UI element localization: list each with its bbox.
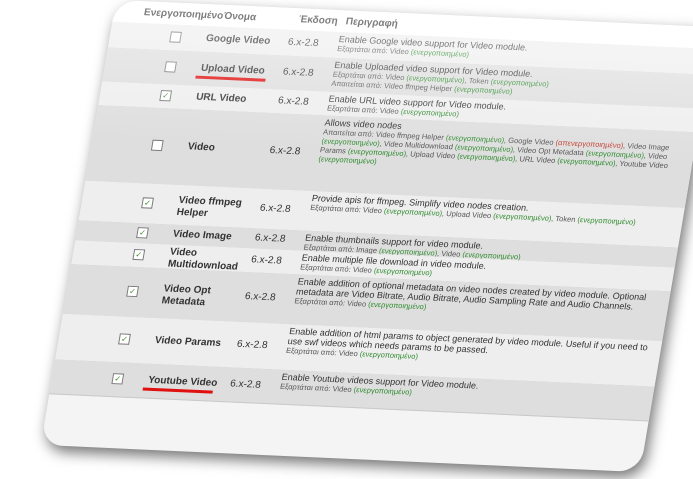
module-enable-checkbox[interactable] bbox=[150, 139, 164, 152]
status-enabled-label: (ενεργοποιημένο) bbox=[353, 385, 413, 397]
module-enable-checkbox[interactable]: ✓ bbox=[136, 227, 149, 239]
module-version: 6.x-2.8 bbox=[253, 232, 287, 245]
status-enabled-label: (ενεργοποιημένο) bbox=[317, 154, 378, 166]
module-dependencies: Απαιτείται από: Video ffmpeg Helper (ενε… bbox=[317, 127, 671, 171]
status-enabled-label: (ενεργοποιημένο) bbox=[383, 206, 443, 218]
module-enable-checkbox[interactable]: ✓ bbox=[111, 373, 125, 385]
module-version: 6.x-2.8 bbox=[258, 202, 292, 215]
header-name: Όνομα bbox=[222, 10, 257, 24]
status-enabled-label: (ενεργοποιημένο) bbox=[367, 299, 428, 312]
module-version: 6.x-2.8 bbox=[287, 36, 320, 50]
status-enabled-label: (ενεργοποιημένο) bbox=[556, 156, 617, 168]
module-enable-checkbox[interactable]: ✓ bbox=[159, 90, 173, 102]
module-name: Video bbox=[186, 141, 216, 154]
module-version: 6.x-2.8 bbox=[235, 338, 269, 352]
module-name: Video Image bbox=[172, 228, 233, 243]
module-enable-checkbox[interactable] bbox=[169, 31, 182, 43]
module-enable-checkbox[interactable]: ✓ bbox=[132, 248, 146, 261]
module-version: 6.x-2.8 bbox=[268, 145, 302, 158]
module-version: 6.x-2.8 bbox=[282, 66, 315, 79]
status-enabled-label: (ενεργοποιημένο) bbox=[405, 73, 466, 85]
status-enabled-label: (ενεργοποιημένο) bbox=[373, 265, 433, 278]
module-version: 6.x-2.8 bbox=[250, 254, 283, 267]
module-version: 6.x-2.8 bbox=[229, 378, 262, 391]
header-enabled: Ενεργοποιημένο bbox=[143, 7, 225, 22]
module-name: Video Opt Metadata bbox=[160, 283, 212, 309]
status-enabled-label: (ενεργοποιημένο) bbox=[410, 47, 470, 59]
module-name: URL Video bbox=[195, 91, 248, 105]
header-description: Περιγραφή bbox=[344, 16, 399, 30]
module-enable-checkbox[interactable]: ✓ bbox=[118, 333, 131, 345]
modules-table-body: Google Video 6.x-2.8 Enable Google video s… bbox=[41, 21, 693, 472]
status-enabled-label: (ενεργοποιημένο) bbox=[456, 151, 517, 164]
module-version: 6.x-2.8 bbox=[277, 95, 310, 108]
module-enable-checkbox[interactable]: ✓ bbox=[141, 197, 154, 209]
module-version: 6.x-2.8 bbox=[244, 291, 277, 304]
status-enabled-label: (ενεργοποιημένο) bbox=[576, 215, 637, 227]
status-enabled-label: (ενεργοποιημένο) bbox=[400, 106, 460, 119]
header-version: Έκδοση bbox=[297, 14, 339, 27]
modules-table-card: Ενεργοποιημένο Όνομα Έκδοση Περιγραφή Go… bbox=[40, 0, 693, 473]
module-enable-checkbox[interactable] bbox=[164, 61, 177, 73]
status-enabled-label: (ενεργοποιημένο) bbox=[359, 349, 419, 361]
module-enable-checkbox[interactable]: ✓ bbox=[126, 285, 139, 298]
module-name: Video Params bbox=[154, 335, 222, 349]
status-enabled-label: (ενεργοποιημένο) bbox=[453, 84, 514, 96]
status-enabled-label: (ενεργοποιημένο) bbox=[492, 211, 553, 223]
module-name: Google Video bbox=[205, 33, 272, 47]
module-name: Video ffmpeg Helper bbox=[175, 194, 243, 220]
